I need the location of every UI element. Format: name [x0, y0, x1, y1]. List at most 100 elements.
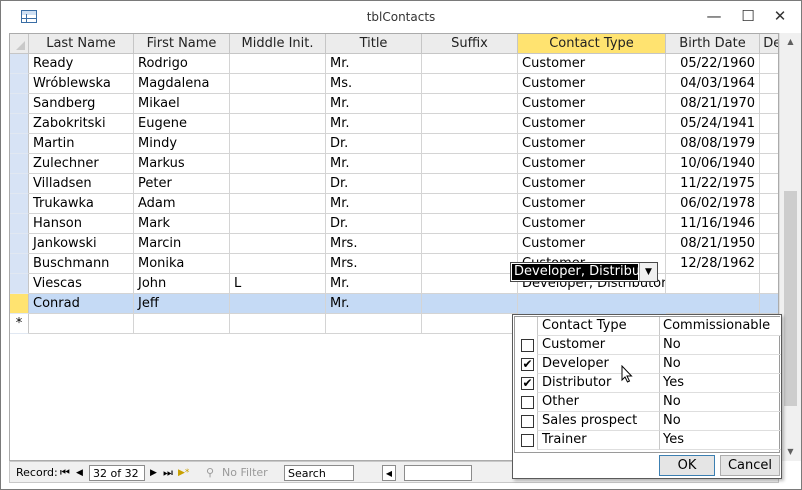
table-cell[interactable]: Hanson — [29, 214, 134, 234]
table-cell[interactable]: Customer — [518, 194, 666, 214]
new-record-selector[interactable]: * — [10, 314, 29, 334]
table-cell[interactable]: Customer — [518, 54, 666, 74]
table-cell[interactable] — [760, 214, 778, 234]
filter-icon[interactable]: ⚲ — [206, 465, 214, 481]
record-selector[interactable] — [10, 254, 29, 274]
table-cell[interactable]: Zulechner — [29, 154, 134, 174]
table-cell[interactable] — [760, 174, 778, 194]
table-cell[interactable]: Buschmann — [29, 254, 134, 274]
table-cell[interactable] — [230, 134, 326, 154]
record-selector[interactable] — [10, 74, 29, 94]
table-cell[interactable] — [422, 74, 518, 94]
column-header[interactable]: Contact Type — [518, 34, 666, 54]
maximize-button[interactable]: ☐ — [733, 5, 763, 27]
table-cell[interactable] — [230, 74, 326, 94]
contact-type-editor[interactable]: Developer, Distributor ▼ — [510, 262, 658, 282]
dropdown-option[interactable]: Customer No — [515, 336, 781, 355]
table-cell[interactable] — [422, 54, 518, 74]
new-record-icon[interactable]: ▶* — [178, 465, 189, 481]
hscroll-left-arrow-icon[interactable]: ◀ — [382, 465, 396, 481]
table-cell[interactable]: Eugene — [134, 114, 230, 134]
table-cell[interactable] — [422, 254, 518, 274]
table-cell[interactable] — [230, 114, 326, 134]
dropdown-option[interactable]: ✔ Distributor Yes — [515, 374, 781, 393]
new-record-cell[interactable] — [29, 314, 134, 334]
option-checkbox[interactable] — [521, 396, 534, 409]
table-cell[interactable]: Zabokritski — [29, 114, 134, 134]
table-cell[interactable]: Monika — [134, 254, 230, 274]
table-cell[interactable] — [422, 194, 518, 214]
table-cell[interactable]: Ready — [29, 54, 134, 74]
table-cell[interactable]: 08/08/1979 — [666, 134, 760, 154]
table-cell[interactable] — [422, 234, 518, 254]
table-cell[interactable] — [760, 194, 778, 214]
record-selector[interactable] — [10, 94, 29, 114]
table-cell[interactable] — [422, 134, 518, 154]
record-selector[interactable] — [10, 194, 29, 214]
table-cell[interactable]: Dr. — [326, 134, 422, 154]
table-cell[interactable] — [422, 114, 518, 134]
record-selector[interactable] — [10, 134, 29, 154]
table-cell[interactable]: Mrs. — [326, 254, 422, 274]
table-cell[interactable]: 12/28/1962 — [666, 254, 760, 274]
cancel-button[interactable]: Cancel — [720, 455, 780, 476]
table-cell[interactable] — [422, 274, 518, 294]
table-cell[interactable] — [230, 194, 326, 214]
table-cell[interactable]: Customer — [518, 214, 666, 234]
table-cell[interactable] — [760, 114, 778, 134]
option-checkbox[interactable] — [521, 415, 534, 428]
next-record-icon[interactable]: ▶ — [150, 465, 157, 481]
table-cell[interactable]: Markus — [134, 154, 230, 174]
table-cell[interactable] — [230, 214, 326, 234]
new-record-cell[interactable] — [422, 314, 518, 334]
table-cell[interactable]: John — [134, 274, 230, 294]
select-all-corner[interactable] — [10, 34, 29, 54]
new-record-cell[interactable] — [134, 314, 230, 334]
table-cell[interactable]: L — [230, 274, 326, 294]
table-cell[interactable]: Mr. — [326, 274, 422, 294]
table-cell[interactable]: Mr. — [326, 154, 422, 174]
table-cell[interactable]: Peter — [134, 174, 230, 194]
table-cell[interactable]: 05/24/1941 — [666, 114, 760, 134]
table-cell[interactable] — [422, 294, 518, 314]
vertical-scrollbar[interactable]: ▲ ▼ — [779, 33, 801, 461]
scroll-up-arrow-icon[interactable]: ▲ — [780, 33, 801, 51]
table-cell[interactable]: Mrs. — [326, 234, 422, 254]
record-selector[interactable] — [10, 234, 29, 254]
table-cell[interactable]: Viescas — [29, 274, 134, 294]
table-cell[interactable]: Ms. — [326, 74, 422, 94]
table-cell[interactable] — [422, 94, 518, 114]
table-cell[interactable] — [230, 174, 326, 194]
table-cell[interactable]: 10/06/1940 — [666, 154, 760, 174]
column-header[interactable]: Title — [326, 34, 422, 54]
table-cell[interactable]: Mindy — [134, 134, 230, 154]
option-checkbox[interactable]: ✔ — [521, 377, 534, 390]
ok-button[interactable]: OK — [659, 455, 715, 476]
table-cell[interactable]: Customer — [518, 74, 666, 94]
table-cell[interactable] — [760, 234, 778, 254]
table-cell[interactable]: Martin — [29, 134, 134, 154]
table-cell[interactable]: 05/22/1960 — [666, 54, 760, 74]
record-selector[interactable] — [10, 154, 29, 174]
table-cell[interactable]: Customer — [518, 114, 666, 134]
table-cell[interactable]: Mr. — [326, 94, 422, 114]
first-record-icon[interactable]: ⏮ — [60, 465, 70, 481]
table-cell[interactable] — [760, 294, 778, 314]
table-cell[interactable]: Customer — [518, 134, 666, 154]
table-cell[interactable]: Villadsen — [29, 174, 134, 194]
last-record-icon[interactable]: ⏭ — [163, 465, 173, 481]
record-selector[interactable] — [10, 274, 29, 294]
option-checkbox[interactable] — [521, 339, 534, 352]
record-position-input[interactable]: 32 of 32 — [89, 465, 145, 481]
table-cell[interactable]: 08/21/1950 — [666, 234, 760, 254]
new-record-cell[interactable] — [230, 314, 326, 334]
column-header[interactable]: Def — [760, 34, 778, 54]
previous-record-icon[interactable]: ◀ — [76, 465, 83, 481]
table-cell[interactable]: Mr. — [326, 194, 422, 214]
dropdown-option[interactable]: Trainer Yes — [515, 431, 781, 450]
column-header[interactable]: Birth Date — [666, 34, 760, 54]
chevron-down-icon[interactable]: ▼ — [639, 263, 657, 281]
table-cell[interactable]: Dr. — [326, 174, 422, 194]
column-header[interactable]: Last Name — [29, 34, 134, 54]
table-cell[interactable]: Mr. — [326, 294, 422, 314]
